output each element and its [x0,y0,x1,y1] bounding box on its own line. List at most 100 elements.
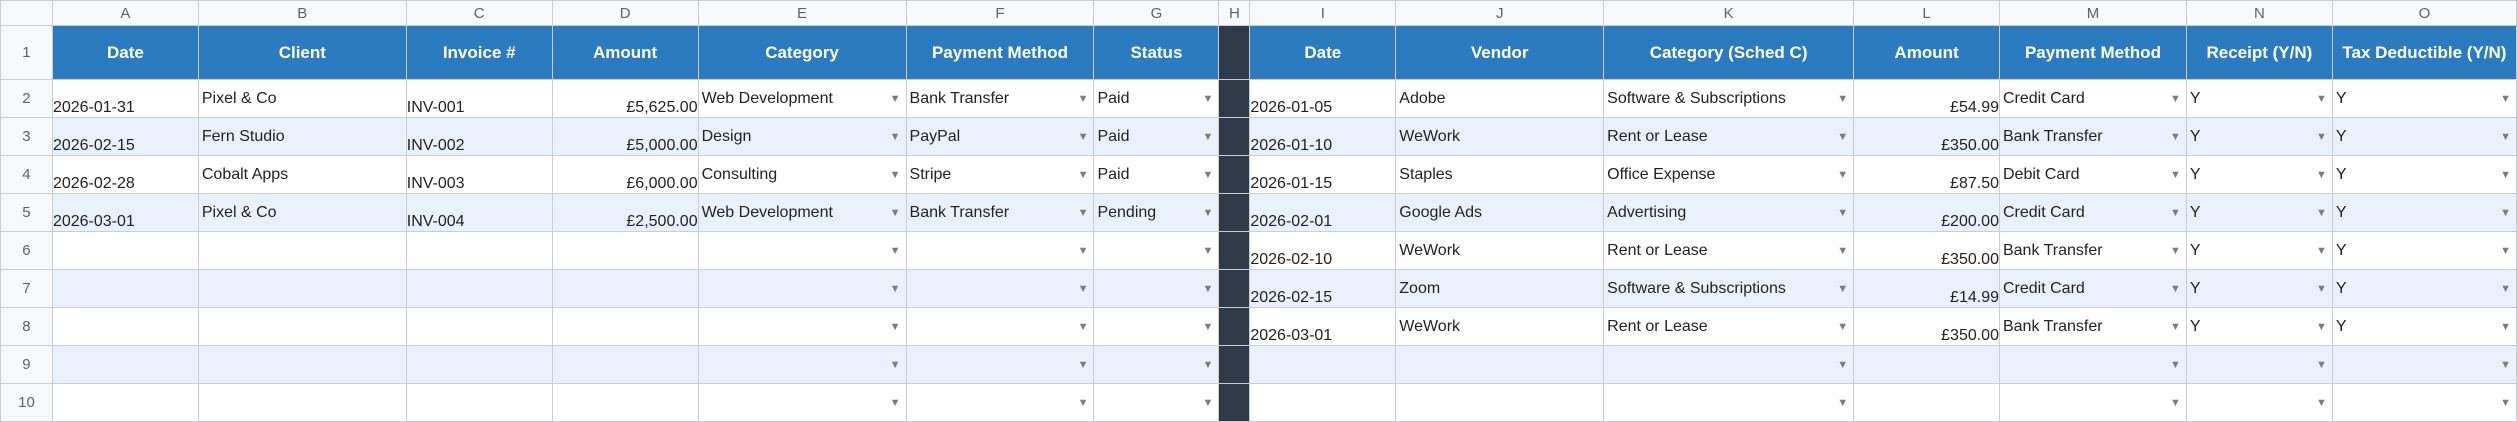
income-cell-client[interactable]: Pixel & Co [197,193,407,232]
separator-column[interactable] [1218,269,1251,308]
income-cell-date[interactable] [51,383,199,422]
expense-cell-tax-deductible-y-n-[interactable] [2331,345,2517,384]
expense-cell-amount[interactable] [1853,383,2000,422]
income-cell-category[interactable]: Consulting [697,155,907,194]
expense-cell-receipt-y-n-[interactable]: Y [2185,269,2333,308]
row-number[interactable]: 3 [0,117,53,156]
separator-column[interactable] [1218,155,1251,194]
column-header-j[interactable]: J [1395,0,1605,26]
row-number[interactable]: 1 [0,25,53,80]
column-header-b[interactable]: B [197,0,407,26]
expense-cell-date[interactable]: 2026-01-15 [1249,155,1397,194]
expense-cell-vendor[interactable]: Zoom [1395,269,1605,308]
income-header-1[interactable]: Client [197,25,407,80]
income-cell-date[interactable] [51,231,199,270]
column-header-d[interactable]: D [551,0,699,26]
expense-cell-receipt-y-n-[interactable]: Y [2185,193,2333,232]
income-cell-payment-method[interactable] [905,307,1095,346]
expense-cell-date[interactable]: 2026-02-15 [1249,269,1397,308]
expense-cell-payment-method[interactable]: Credit Card [1998,193,2187,232]
separator-column[interactable] [1218,117,1251,156]
expense-cell-date[interactable] [1249,383,1397,422]
expense-cell-receipt-y-n-[interactable]: Y [2185,155,2333,194]
income-cell-category[interactable] [697,345,907,384]
income-cell-amount[interactable] [551,269,699,308]
income-cell-amount[interactable]: £5,625.00 [551,79,699,118]
column-header-g[interactable]: G [1093,0,1220,26]
expense-cell-category-sched-c-[interactable]: Rent or Lease [1603,307,1855,346]
income-cell-payment-method[interactable]: Bank Transfer [905,79,1095,118]
income-cell-payment-method[interactable] [905,269,1095,308]
income-cell-invoice-[interactable]: INV-002 [405,117,553,156]
income-cell-amount[interactable] [551,383,699,422]
income-cell-date[interactable]: 2026-02-15 [51,117,199,156]
column-header-a[interactable]: A [51,0,199,26]
expense-header-1[interactable]: Vendor [1395,25,1605,80]
income-cell-payment-method[interactable] [905,345,1095,384]
expense-cell-category-sched-c-[interactable]: Software & Subscriptions [1603,269,1855,308]
income-cell-invoice-[interactable] [405,231,553,270]
expense-cell-tax-deductible-y-n-[interactable]: Y [2331,117,2517,156]
income-cell-date[interactable] [51,345,199,384]
expense-cell-tax-deductible-y-n-[interactable]: Y [2331,155,2517,194]
income-cell-category[interactable]: Design [697,117,907,156]
expense-cell-payment-method[interactable]: Bank Transfer [1998,117,2187,156]
expense-cell-tax-deductible-y-n-[interactable]: Y [2331,231,2517,270]
expense-cell-amount[interactable] [1853,345,2000,384]
column-header-k[interactable]: K [1603,0,1855,26]
expense-cell-amount[interactable]: £87.50 [1853,155,2000,194]
expense-cell-receipt-y-n-[interactable] [2185,383,2333,422]
income-cell-category[interactable]: Web Development [697,193,907,232]
income-cell-amount[interactable]: £6,000.00 [551,155,699,194]
row-number[interactable]: 6 [0,231,53,270]
income-cell-status[interactable]: Paid [1093,79,1220,118]
expense-cell-tax-deductible-y-n-[interactable]: Y [2331,193,2517,232]
expense-cell-category-sched-c-[interactable] [1603,345,1855,384]
column-header-c[interactable]: C [405,0,553,26]
expense-cell-vendor[interactable]: WeWork [1395,307,1605,346]
income-cell-payment-method[interactable]: Stripe [905,155,1095,194]
expense-cell-payment-method[interactable] [1998,383,2187,422]
income-header-6[interactable]: Status [1093,25,1220,80]
expense-cell-payment-method[interactable]: Credit Card [1998,79,2187,118]
income-cell-date[interactable] [51,269,199,308]
income-cell-invoice-[interactable]: INV-004 [405,193,553,232]
row-number[interactable]: 4 [0,155,53,194]
expense-cell-vendor[interactable] [1395,383,1605,422]
separator-column[interactable] [1218,79,1251,118]
separator-column[interactable] [1218,307,1251,346]
expense-cell-tax-deductible-y-n-[interactable] [2331,383,2517,422]
expense-cell-payment-method[interactable]: Bank Transfer [1998,307,2187,346]
expense-cell-date[interactable]: 2026-02-01 [1249,193,1397,232]
expense-cell-payment-method[interactable]: Bank Transfer [1998,231,2187,270]
income-cell-category[interactable] [697,231,907,270]
row-number[interactable]: 8 [0,307,53,346]
expense-cell-payment-method[interactable] [1998,345,2187,384]
expense-header-2[interactable]: Category (Sched C) [1603,25,1855,80]
column-header-n[interactable]: N [2185,0,2333,26]
expense-cell-receipt-y-n-[interactable]: Y [2185,307,2333,346]
income-cell-category[interactable]: Web Development [697,79,907,118]
expense-cell-receipt-y-n-[interactable]: Y [2185,231,2333,270]
expense-cell-vendor[interactable] [1395,345,1605,384]
income-cell-payment-method[interactable]: PayPal [905,117,1095,156]
income-cell-client[interactable] [197,231,407,270]
income-cell-category[interactable] [697,307,907,346]
income-cell-status[interactable]: Pending [1093,193,1220,232]
separator-column[interactable] [1218,231,1251,270]
income-cell-invoice-[interactable]: INV-003 [405,155,553,194]
income-cell-payment-method[interactable] [905,231,1095,270]
expense-header-0[interactable]: Date [1249,25,1397,80]
income-cell-date[interactable]: 2026-02-28 [51,155,199,194]
income-cell-invoice-[interactable] [405,269,553,308]
income-cell-category[interactable] [697,269,907,308]
expense-cell-receipt-y-n-[interactable]: Y [2185,79,2333,118]
column-header-o[interactable]: O [2331,0,2517,26]
income-cell-status[interactable] [1093,231,1220,270]
expense-cell-date[interactable]: 2026-02-10 [1249,231,1397,270]
expense-cell-category-sched-c-[interactable]: Advertising [1603,193,1855,232]
expense-header-4[interactable]: Payment Method [1998,25,2187,80]
income-cell-payment-method[interactable] [905,383,1095,422]
income-cell-client[interactable]: Fern Studio [197,117,407,156]
expense-cell-date[interactable]: 2026-01-10 [1249,117,1397,156]
